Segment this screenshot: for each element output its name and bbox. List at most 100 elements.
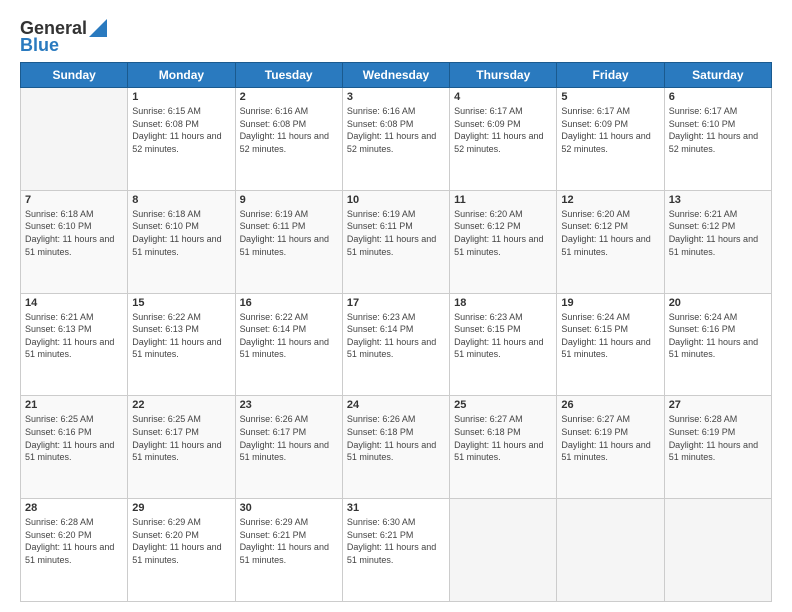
- calendar-cell: 24 Sunrise: 6:26 AMSunset: 6:18 PMDayligh…: [342, 396, 449, 499]
- day-info: Sunrise: 6:26 AMSunset: 6:17 PMDaylight:…: [240, 413, 338, 463]
- day-info: Sunrise: 6:17 AMSunset: 6:09 PMDaylight:…: [454, 105, 552, 155]
- day-info: Sunrise: 6:19 AMSunset: 6:11 PMDaylight:…: [347, 208, 445, 258]
- day-number: 23: [240, 399, 338, 411]
- day-info: Sunrise: 6:20 AMSunset: 6:12 PMDaylight:…: [561, 208, 659, 258]
- day-info: Sunrise: 6:23 AMSunset: 6:15 PMDaylight:…: [454, 311, 552, 361]
- calendar-cell: 9Sunrise: 6:19 AMSunset: 6:11 PMDaylight…: [235, 190, 342, 293]
- day-number: 7: [25, 194, 123, 206]
- day-number: 11: [454, 194, 552, 206]
- calendar-cell: 6 Sunrise: 6:17 AMSunset: 6:10 PMDaylight…: [664, 88, 771, 191]
- calendar-cell: 29 Sunrise: 6:29 AMSunset: 6:20 PMDayligh…: [128, 499, 235, 602]
- day-info: Sunrise: 6:29 AMSunset: 6:21 PMDaylight:…: [240, 516, 338, 566]
- day-info: Sunrise: 6:18 AMSunset: 6:10 PMDaylight:…: [132, 208, 230, 258]
- calendar-cell: 1 Sunrise: 6:15 AMSunset: 6:08 PMDaylight…: [128, 88, 235, 191]
- header: General Blue: [20, 18, 772, 56]
- day-number: 19: [561, 297, 659, 309]
- day-info: Sunrise: 6:15 AMSunset: 6:08 PMDaylight:…: [132, 105, 230, 155]
- day-number: 3: [347, 91, 445, 103]
- day-info: Sunrise: 6:20 AMSunset: 6:12 PMDaylight:…: [454, 208, 552, 258]
- day-number: 16: [240, 297, 338, 309]
- day-info: Sunrise: 6:24 AMSunset: 6:16 PMDaylight:…: [669, 311, 767, 361]
- calendar-cell: 10 Sunrise: 6:19 AMSunset: 6:11 PMDayligh…: [342, 190, 449, 293]
- calendar-cell: [664, 499, 771, 602]
- day-number: 15: [132, 297, 230, 309]
- weekday-header-monday: Monday: [128, 63, 235, 88]
- calendar-cell: 18 Sunrise: 6:23 AMSunset: 6:15 PMDayligh…: [450, 293, 557, 396]
- day-number: 1: [132, 91, 230, 103]
- day-number: 30: [240, 502, 338, 514]
- calendar-cell: [450, 499, 557, 602]
- day-info: Sunrise: 6:24 AMSunset: 6:15 PMDaylight:…: [561, 311, 659, 361]
- day-number: 20: [669, 297, 767, 309]
- logo: General Blue: [20, 18, 107, 56]
- calendar-cell: 23 Sunrise: 6:26 AMSunset: 6:17 PMDayligh…: [235, 396, 342, 499]
- calendar-cell: 16 Sunrise: 6:22 AMSunset: 6:14 PMDayligh…: [235, 293, 342, 396]
- week-row-2: 7 Sunrise: 6:18 AMSunset: 6:10 PMDaylight…: [21, 190, 772, 293]
- weekday-header-wednesday: Wednesday: [342, 63, 449, 88]
- day-number: 28: [25, 502, 123, 514]
- day-info: Sunrise: 6:25 AMSunset: 6:17 PMDaylight:…: [132, 413, 230, 463]
- page: General Blue SundayMondayTuesdayWednesda…: [0, 0, 792, 612]
- day-info: Sunrise: 6:30 AMSunset: 6:21 PMDaylight:…: [347, 516, 445, 566]
- day-info: Sunrise: 6:27 AMSunset: 6:19 PMDaylight:…: [561, 413, 659, 463]
- calendar-cell: 22Sunrise: 6:25 AMSunset: 6:17 PMDayligh…: [128, 396, 235, 499]
- weekday-header-tuesday: Tuesday: [235, 63, 342, 88]
- calendar-cell: 21Sunrise: 6:25 AMSunset: 6:16 PMDayligh…: [21, 396, 128, 499]
- weekday-header-sunday: Sunday: [21, 63, 128, 88]
- day-info: Sunrise: 6:27 AMSunset: 6:18 PMDaylight:…: [454, 413, 552, 463]
- calendar-cell: [557, 499, 664, 602]
- calendar-cell: 15 Sunrise: 6:22 AMSunset: 6:13 PMDayligh…: [128, 293, 235, 396]
- day-info: Sunrise: 6:21 AMSunset: 6:12 PMDaylight:…: [669, 208, 767, 258]
- calendar-cell: 30 Sunrise: 6:29 AMSunset: 6:21 PMDayligh…: [235, 499, 342, 602]
- day-number: 10: [347, 194, 445, 206]
- day-number: 13: [669, 194, 767, 206]
- day-info: Sunrise: 6:16 AMSunset: 6:08 PMDaylight:…: [347, 105, 445, 155]
- calendar-cell: 8Sunrise: 6:18 AMSunset: 6:10 PMDaylight…: [128, 190, 235, 293]
- day-info: Sunrise: 6:29 AMSunset: 6:20 PMDaylight:…: [132, 516, 230, 566]
- weekday-header-row: SundayMondayTuesdayWednesdayThursdayFrid…: [21, 63, 772, 88]
- day-info: Sunrise: 6:26 AMSunset: 6:18 PMDaylight:…: [347, 413, 445, 463]
- day-info: Sunrise: 6:21 AMSunset: 6:13 PMDaylight:…: [25, 311, 123, 361]
- weekday-header-saturday: Saturday: [664, 63, 771, 88]
- day-number: 31: [347, 502, 445, 514]
- calendar-cell: 31 Sunrise: 6:30 AMSunset: 6:21 PMDayligh…: [342, 499, 449, 602]
- calendar-cell: 3 Sunrise: 6:16 AMSunset: 6:08 PMDaylight…: [342, 88, 449, 191]
- day-info: Sunrise: 6:22 AMSunset: 6:14 PMDaylight:…: [240, 311, 338, 361]
- day-number: 9: [240, 194, 338, 206]
- day-info: Sunrise: 6:23 AMSunset: 6:14 PMDaylight:…: [347, 311, 445, 361]
- calendar-cell: 27 Sunrise: 6:28 AMSunset: 6:19 PMDayligh…: [664, 396, 771, 499]
- day-number: 18: [454, 297, 552, 309]
- day-info: Sunrise: 6:17 AMSunset: 6:10 PMDaylight:…: [669, 105, 767, 155]
- day-number: 14: [25, 297, 123, 309]
- week-row-5: 28Sunrise: 6:28 AMSunset: 6:20 PMDayligh…: [21, 499, 772, 602]
- calendar-cell: 20 Sunrise: 6:24 AMSunset: 6:16 PMDayligh…: [664, 293, 771, 396]
- calendar-cell: 11 Sunrise: 6:20 AMSunset: 6:12 PMDayligh…: [450, 190, 557, 293]
- calendar-cell: 17 Sunrise: 6:23 AMSunset: 6:14 PMDayligh…: [342, 293, 449, 396]
- day-info: Sunrise: 6:18 AMSunset: 6:10 PMDaylight:…: [25, 208, 123, 258]
- day-number: 2: [240, 91, 338, 103]
- calendar-cell: 7 Sunrise: 6:18 AMSunset: 6:10 PMDaylight…: [21, 190, 128, 293]
- day-number: 12: [561, 194, 659, 206]
- day-info: Sunrise: 6:22 AMSunset: 6:13 PMDaylight:…: [132, 311, 230, 361]
- calendar-cell: [21, 88, 128, 191]
- weekday-header-thursday: Thursday: [450, 63, 557, 88]
- calendar-cell: 13 Sunrise: 6:21 AMSunset: 6:12 PMDayligh…: [664, 190, 771, 293]
- calendar-cell: 4Sunrise: 6:17 AMSunset: 6:09 PMDaylight…: [450, 88, 557, 191]
- day-number: 27: [669, 399, 767, 411]
- day-number: 5: [561, 91, 659, 103]
- day-info: Sunrise: 6:16 AMSunset: 6:08 PMDaylight:…: [240, 105, 338, 155]
- calendar-cell: 12 Sunrise: 6:20 AMSunset: 6:12 PMDayligh…: [557, 190, 664, 293]
- day-info: Sunrise: 6:28 AMSunset: 6:19 PMDaylight:…: [669, 413, 767, 463]
- day-number: 17: [347, 297, 445, 309]
- week-row-1: 1 Sunrise: 6:15 AMSunset: 6:08 PMDaylight…: [21, 88, 772, 191]
- calendar-table: SundayMondayTuesdayWednesdayThursdayFrid…: [20, 62, 772, 602]
- calendar-cell: 5Sunrise: 6:17 AMSunset: 6:09 PMDaylight…: [557, 88, 664, 191]
- day-number: 6: [669, 91, 767, 103]
- week-row-3: 14 Sunrise: 6:21 AMSunset: 6:13 PMDayligh…: [21, 293, 772, 396]
- day-info: Sunrise: 6:25 AMSunset: 6:16 PMDaylight:…: [25, 413, 123, 463]
- calendar-cell: 28Sunrise: 6:28 AMSunset: 6:20 PMDayligh…: [21, 499, 128, 602]
- calendar-cell: 25Sunrise: 6:27 AMSunset: 6:18 PMDayligh…: [450, 396, 557, 499]
- day-number: 29: [132, 502, 230, 514]
- calendar-cell: 14 Sunrise: 6:21 AMSunset: 6:13 PMDayligh…: [21, 293, 128, 396]
- day-number: 24: [347, 399, 445, 411]
